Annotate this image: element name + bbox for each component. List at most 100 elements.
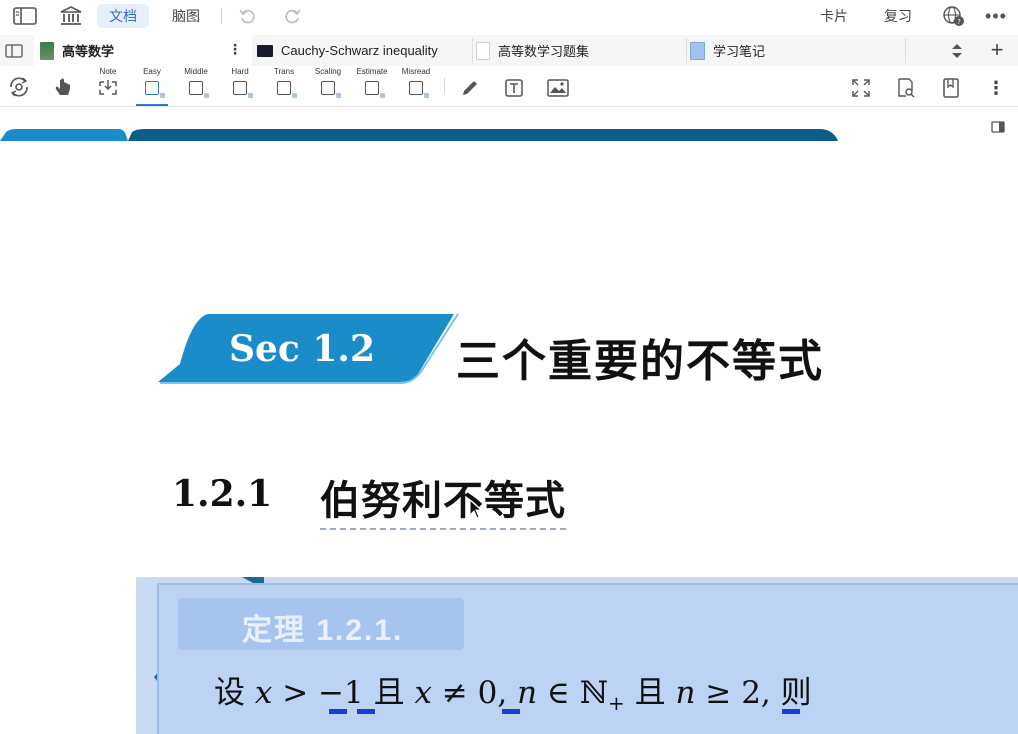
math-text: 且: [363, 675, 415, 711]
tool-estimate[interactable]: Estimate: [354, 66, 390, 106]
hand-pointer-icon[interactable]: [52, 76, 74, 100]
tool-label: Misread: [401, 67, 431, 76]
tool-label: Easy: [143, 67, 161, 76]
note-frame-icon: [99, 80, 117, 95]
misread-frame-icon: [409, 81, 423, 95]
easy-frame-icon: [145, 81, 159, 95]
theorem-label: 定理 1.2.1.: [242, 614, 404, 647]
image-icon[interactable]: [546, 76, 570, 100]
subsection-title[interactable]: 伯努利不等式: [320, 468, 566, 530]
tool-label: Note: [99, 67, 117, 76]
tab-document[interactable]: 文档: [97, 4, 149, 28]
sort-tabs-icon[interactable]: [948, 41, 966, 61]
blank-doc-thumbnail: [476, 41, 490, 60]
sidebar-toggle-icon[interactable]: [12, 4, 38, 28]
section-badge-label: Sec 1.2: [229, 328, 375, 370]
doc-tab-label: Cauchy-Schwarz inequality: [281, 43, 438, 58]
fullscreen-icon[interactable]: [849, 76, 873, 100]
book-cover-thumbnail: [40, 41, 54, 60]
review-button[interactable]: 复习: [884, 4, 912, 28]
underline-mark: [357, 709, 375, 714]
tag-dot: [292, 93, 297, 98]
split-view-icon[interactable]: [4, 41, 24, 61]
theorem-highlight[interactable]: 定理 1.2.1. 设 x > −1 且 x ≠ 0, n ∈ ℕ+ 且 n ≥…: [136, 577, 1018, 734]
middle-frame-icon: [189, 81, 203, 95]
video-thumbnail: [257, 44, 273, 57]
math-set: ℕ: [579, 675, 609, 711]
math-operator: ∈: [537, 675, 580, 711]
tool-misread[interactable]: Misread: [398, 66, 434, 106]
tab-options-icon[interactable]: ⋮: [228, 41, 242, 58]
top-toolbar: 文档 脑图 卡片 复习 ? •••: [0, 0, 1018, 33]
estimate-frame-icon: [365, 81, 379, 95]
math-operator: >: [272, 675, 319, 711]
side-panel-icon[interactable]: [990, 119, 1006, 135]
math-variable: n: [675, 675, 696, 711]
document-viewer[interactable]: Sec 1.2 三个重要的不等式 1.2.1 伯努利不等式 定理 1.2.1. …: [0, 107, 1018, 734]
scaling-frame-icon: [321, 81, 335, 95]
math-text: , 则: [760, 675, 812, 711]
theorem-statement: 设 x > −1 且 x ≠ 0, n ∈ ℕ+ 且 n ≥ 2, 则: [214, 667, 812, 715]
bookmark-book-icon[interactable]: [939, 76, 963, 100]
math-value: −1: [318, 675, 364, 711]
doc-tab-exercises[interactable]: 高等数学习题集: [474, 35, 686, 66]
math-text: 且: [624, 675, 676, 711]
svg-text:?: ?: [957, 18, 961, 26]
tab-mindmap[interactable]: 脑图: [160, 4, 212, 28]
cards-button[interactable]: 卡片: [820, 4, 848, 28]
doc-tab-label: 学习笔记: [713, 44, 766, 59]
mouse-cursor-icon: [469, 499, 483, 519]
add-tab-icon[interactable]: +: [987, 37, 1007, 62]
tool-easy[interactable]: Easy: [134, 66, 170, 106]
more-menu-icon[interactable]: •••: [983, 4, 1009, 28]
tab-divider: [472, 38, 473, 63]
redo-icon[interactable]: [279, 4, 305, 28]
tool-label: Scaling: [314, 67, 342, 76]
math-variable: x: [254, 675, 273, 711]
tag-dot: [204, 93, 209, 98]
doc-tab-label: 高等数学: [62, 44, 115, 59]
section-title: 三个重要的不等式: [456, 337, 824, 386]
tool-scaling[interactable]: Scaling: [310, 66, 346, 106]
text-box-icon[interactable]: [502, 76, 526, 100]
math-text: 设: [214, 675, 255, 711]
pen-icon[interactable]: [458, 76, 482, 100]
toolbar-divider: [221, 8, 222, 24]
math-variable: n: [517, 675, 538, 711]
undo-icon[interactable]: [235, 4, 261, 28]
doc-tab-notes[interactable]: 学习笔记: [688, 35, 904, 66]
tag-dot: [424, 93, 429, 98]
doc-tab-cauchy-schwarz[interactable]: Cauchy-Schwarz inequality: [252, 35, 472, 66]
tag-dot: [380, 93, 385, 98]
tool-note[interactable]: Note: [90, 66, 126, 106]
tab-divider: [686, 38, 687, 63]
math-value: 2: [741, 675, 761, 711]
tool-label: Estimate: [356, 67, 388, 76]
tool-middle[interactable]: Middle: [178, 66, 214, 106]
tool-label: Hard: [231, 67, 249, 76]
underline-mark: [502, 709, 520, 714]
math-variable: x: [414, 675, 432, 711]
tool-trans[interactable]: Trans: [266, 66, 302, 106]
math-value: 0: [477, 675, 498, 711]
doc-tab-label: 高等数学习题集: [498, 44, 590, 59]
library-icon[interactable]: [58, 4, 84, 28]
underline-mark: [782, 709, 800, 714]
doc-tab-advanced-math[interactable]: 高等数学 ⋮: [34, 35, 252, 66]
sync-settings-icon[interactable]: [6, 74, 32, 100]
tool-label: Middle: [184, 67, 208, 76]
tag-dot: [336, 93, 341, 98]
annotation-toolbar: Note Easy Middle Hard Trans Scaling Esti…: [0, 66, 1018, 107]
document-search-icon[interactable]: [894, 76, 918, 100]
underline-mark: [329, 709, 347, 714]
active-tool-indicator: [136, 104, 168, 106]
tool-label: Trans: [273, 67, 295, 76]
tag-dot: [160, 93, 165, 98]
toolbar-divider: [444, 78, 445, 94]
web-help-icon[interactable]: ?: [940, 4, 966, 28]
tool-hard[interactable]: Hard: [222, 66, 258, 106]
subsection-number: 1.2.1: [172, 473, 273, 515]
page-top-banner: [0, 129, 838, 141]
tab-divider: [905, 38, 906, 63]
vertical-more-icon[interactable]: ⋮: [984, 76, 1008, 100]
